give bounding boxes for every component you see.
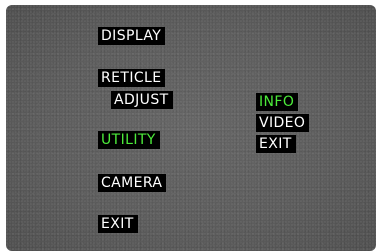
- menu-item-exit[interactable]: EXIT: [98, 215, 138, 233]
- menu-item-label: CAMERA: [101, 175, 163, 191]
- menu-item-label: UTILITY: [101, 132, 156, 148]
- submenu-item-label: VIDEO: [259, 115, 306, 131]
- submenu-item-label: EXIT: [259, 136, 292, 152]
- menu-item-utility[interactable]: UTILITY: [98, 131, 160, 149]
- menu-item-label: DISPLAY: [101, 28, 162, 44]
- menu-item-display[interactable]: DISPLAY: [98, 27, 166, 45]
- menu-item-label: RETICLE: [101, 70, 162, 86]
- menu-item-reticle[interactable]: RETICLE: [98, 69, 166, 87]
- osd-screen: DISPLAY RETICLE ADJUST UTILITY CAMERA EX…: [6, 5, 376, 251]
- submenu-item-label: INFO: [259, 94, 295, 110]
- menu-item-adjust[interactable]: ADJUST: [111, 91, 173, 109]
- menu-item-label: EXIT: [101, 216, 134, 232]
- submenu-item-exit[interactable]: EXIT: [256, 135, 296, 153]
- submenu-item-video[interactable]: VIDEO: [256, 114, 310, 132]
- submenu-item-info[interactable]: INFO: [256, 93, 299, 111]
- menu-item-camera[interactable]: CAMERA: [98, 174, 167, 192]
- menu-item-label: ADJUST: [114, 92, 169, 108]
